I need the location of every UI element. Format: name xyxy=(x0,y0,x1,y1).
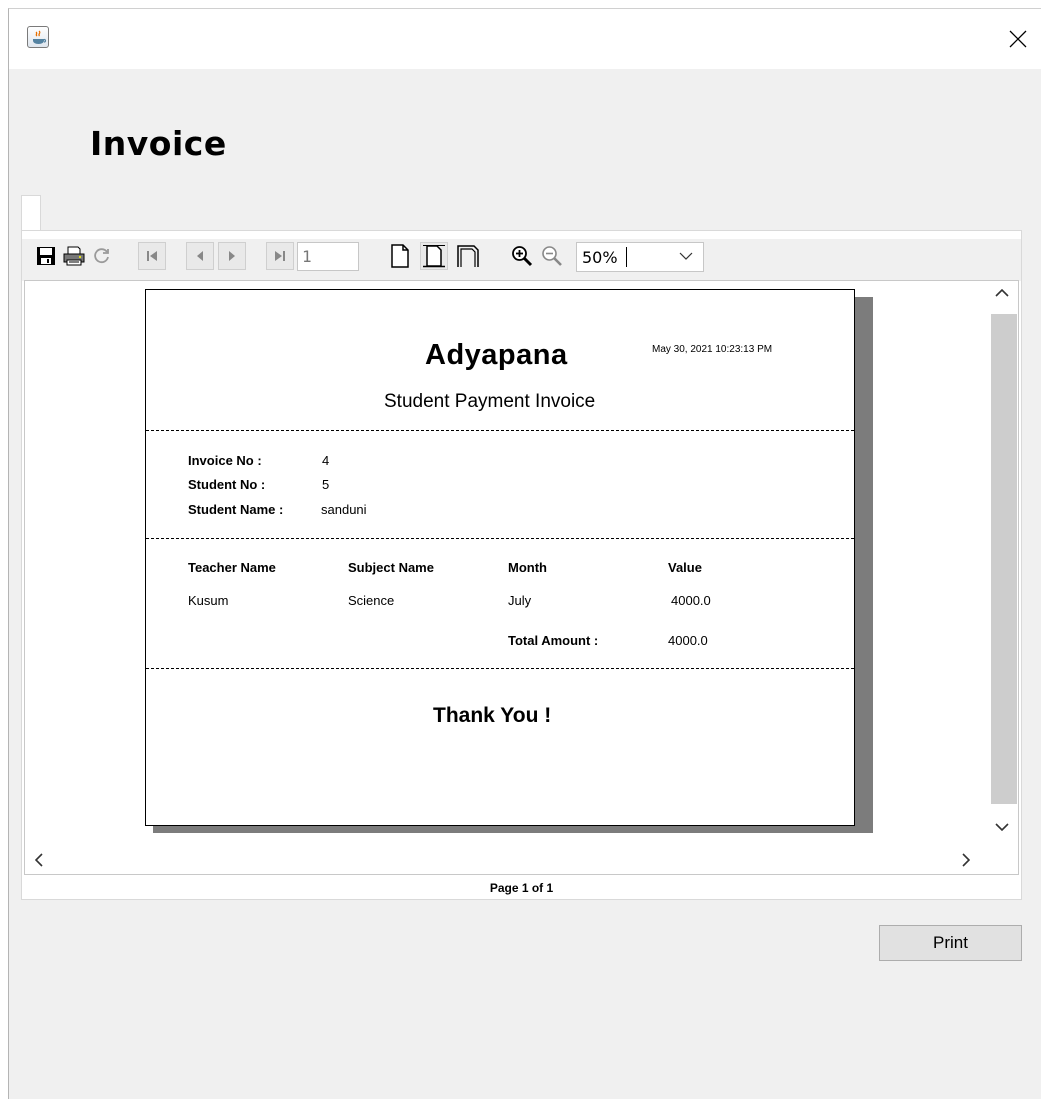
print-button[interactable]: Print xyxy=(879,925,1022,961)
print-icon xyxy=(63,246,85,266)
scroll-right-icon[interactable] xyxy=(962,853,970,867)
viewer-tab[interactable] xyxy=(21,195,41,232)
next-page-button[interactable] xyxy=(218,242,246,270)
student-name-label: Student Name : xyxy=(188,502,284,517)
invoice-no-label: Invoice No : xyxy=(188,453,262,468)
fit-width-icon xyxy=(457,245,479,267)
column-header: Teacher Name xyxy=(188,560,276,575)
text-caret xyxy=(626,247,627,267)
close-button[interactable] xyxy=(995,9,1041,69)
total-amount-label: Total Amount : xyxy=(508,633,599,648)
reload-icon xyxy=(94,248,109,264)
java-app-icon xyxy=(27,26,49,48)
report-page: Adyapana May 30, 2021 10:23:13 PM Studen… xyxy=(145,289,855,826)
column-header: Month xyxy=(508,560,547,575)
page-title: Invoice xyxy=(90,124,227,163)
zoom-in-button[interactable] xyxy=(508,242,536,270)
chevron-down-icon[interactable] xyxy=(679,252,693,260)
student-name-value: sanduni xyxy=(321,502,367,517)
zoom-select[interactable]: 50% xyxy=(576,242,704,272)
table-cell: July xyxy=(508,593,532,608)
zoom-out-button[interactable] xyxy=(538,242,566,270)
title-bar xyxy=(9,9,1041,69)
page-number-input[interactable]: 1 xyxy=(297,242,359,271)
table-cell: Science xyxy=(348,593,395,608)
report-subtitle: Student Payment Invoice xyxy=(384,391,596,412)
company-name: Adyapana xyxy=(425,339,568,371)
first-page-icon xyxy=(147,251,157,261)
zoom-out-icon xyxy=(542,246,562,266)
report-preview-area: Adyapana May 30, 2021 10:23:13 PM Studen… xyxy=(24,280,1019,875)
divider xyxy=(146,538,854,539)
page-status: Page 1 of 1 xyxy=(489,881,554,895)
previous-page-button[interactable] xyxy=(186,242,214,270)
actual-size-button[interactable] xyxy=(386,242,414,270)
vertical-scroll-thumb[interactable] xyxy=(991,314,1017,804)
table-cell: 4000.0 xyxy=(671,593,711,608)
student-no-label: Student No : xyxy=(188,477,266,492)
thank-you-message: Thank You ! xyxy=(433,704,552,727)
scroll-up-icon[interactable] xyxy=(995,289,1009,297)
actual-size-icon xyxy=(391,244,409,268)
student-no-value: 5 xyxy=(322,477,330,492)
column-header: Subject Name xyxy=(348,560,434,575)
fit-width-button[interactable] xyxy=(454,242,482,270)
last-page-icon xyxy=(275,251,285,261)
zoom-in-icon xyxy=(512,246,533,267)
zoom-value: 50% xyxy=(582,248,618,267)
last-page-button[interactable] xyxy=(266,242,294,270)
divider xyxy=(146,668,854,669)
save-button[interactable] xyxy=(32,242,60,270)
report-toolbar: 1 50% xyxy=(22,239,1021,281)
scroll-left-icon[interactable] xyxy=(35,853,43,867)
previous-page-icon xyxy=(197,251,203,261)
next-page-icon xyxy=(229,251,235,261)
table-cell: Kusum xyxy=(188,593,229,608)
save-icon xyxy=(37,247,55,265)
print-report-button[interactable] xyxy=(60,242,88,270)
first-page-button[interactable] xyxy=(138,242,166,270)
reload-button[interactable] xyxy=(88,242,116,270)
fit-page-icon xyxy=(423,245,445,268)
column-header: Value xyxy=(668,560,702,575)
fit-page-button[interactable] xyxy=(420,242,448,270)
horizontal-scrollbar[interactable] xyxy=(25,846,985,874)
vertical-scrollbar[interactable] xyxy=(987,281,1018,846)
scroll-down-icon[interactable] xyxy=(995,823,1009,831)
close-icon xyxy=(1009,30,1027,48)
report-timestamp: May 30, 2021 10:23:13 PM xyxy=(652,344,773,355)
total-amount-value: 4000.0 xyxy=(668,633,708,648)
invoice-no-value: 4 xyxy=(322,453,330,468)
divider xyxy=(146,430,854,431)
